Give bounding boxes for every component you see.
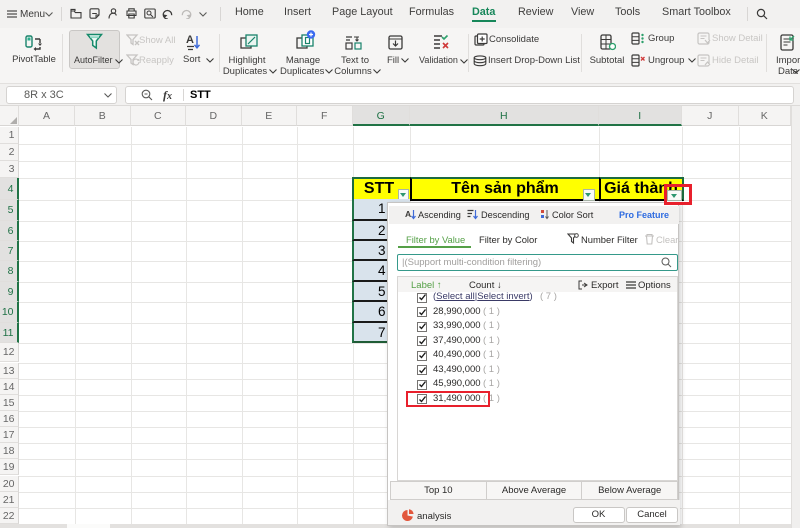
svg-text:A: A: [186, 34, 194, 46]
svg-text:A: A: [405, 209, 411, 219]
